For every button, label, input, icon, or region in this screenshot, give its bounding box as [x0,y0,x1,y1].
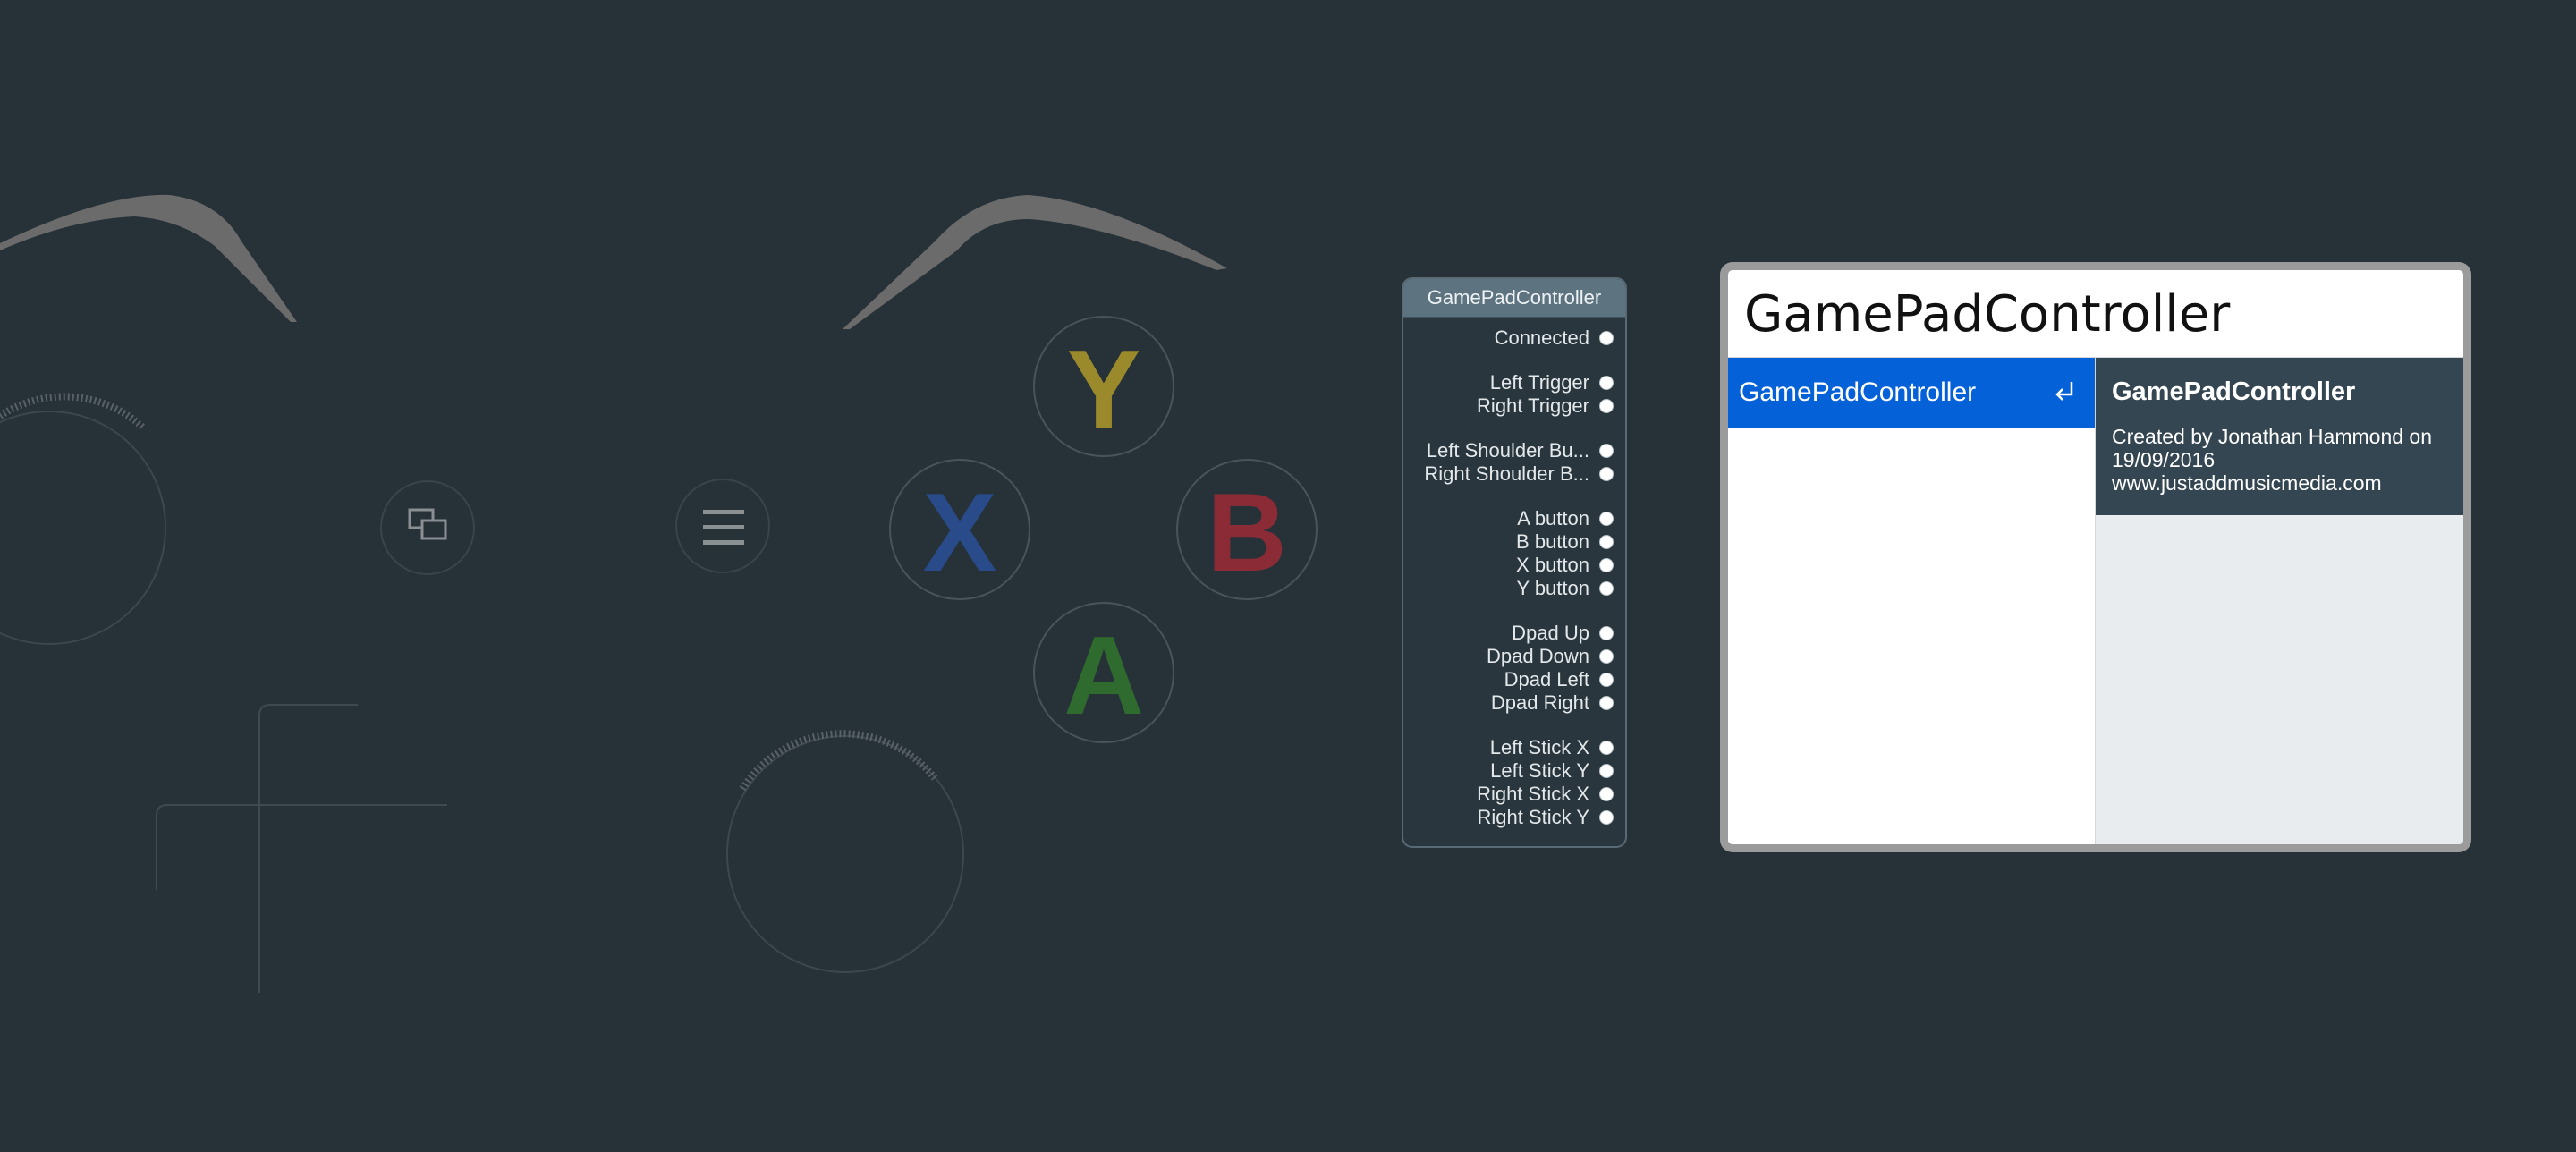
dpad[interactable] [156,704,447,993]
search-input[interactable] [1744,279,2442,349]
b-button[interactable]: B [1176,459,1318,600]
outlet-pin: Right Stick Y [1403,806,1625,829]
outlet-connector[interactable] [1599,787,1614,801]
details-header: GamePadController Created by Jonathan Ha… [2096,358,2463,515]
results-list: GamePadController [1728,358,2096,844]
outlet-connector[interactable] [1599,581,1614,596]
object-search-popup: GamePadController GamePadController Crea… [1720,262,2471,852]
outlet-connector[interactable] [1599,764,1614,778]
outlet-pin: A button [1403,507,1625,530]
pin-group-spacer [1403,600,1625,622]
outlet-connector[interactable] [1599,331,1614,345]
outlet-label: Right Stick Y [1477,806,1589,828]
y-button[interactable]: Y [1033,316,1174,457]
outlet-label: Connected [1494,326,1589,349]
outlet-pin: Right Shoulder B... [1403,462,1625,486]
pin-group-spacer [1403,418,1625,439]
pin-group-spacer [1403,350,1625,371]
outlet-label: Right Trigger [1477,394,1589,417]
outlet-connector[interactable] [1599,512,1614,526]
details-title: GamePadController [2112,377,2356,406]
outlet-label: Dpad Right [1490,691,1589,714]
outlet-label: Left Stick Y [1490,759,1589,782]
gamepad-controller-node[interactable]: GamePadController Connected Left Trigger R… [1402,277,1627,848]
outlet-label: Y button [1516,577,1589,599]
node-pins: Connected Left Trigger Right Trigger Left S… [1403,318,1625,829]
outlet-label: Dpad Down [1487,645,1589,667]
outlet-connector[interactable] [1599,535,1614,549]
left-bumper [0,194,297,322]
outlet-pin: Left Stick Y [1403,759,1625,783]
outlet-connector[interactable] [1599,626,1614,640]
outlet-connector[interactable] [1599,741,1614,755]
outlet-pin: Dpad Left [1403,668,1625,691]
outlet-connector[interactable] [1599,444,1614,458]
outlet-pin: X button [1403,554,1625,577]
outlet-pin: Right Stick X [1403,783,1625,806]
outlet-connector[interactable] [1599,649,1614,664]
outlet-pin: Left Shoulder Bu... [1403,439,1625,462]
outlet-label: Dpad Up [1512,622,1589,644]
outlet-label: Right Stick X [1477,783,1589,805]
outlet-label: Dpad Left [1504,668,1589,690]
outlet-label: A button [1517,507,1589,529]
result-item-gamepadcontroller[interactable]: GamePadController [1728,358,2095,428]
view-icon[interactable] [380,480,475,575]
outlet-pin: Right Trigger [1403,394,1625,418]
x-button-label: X [923,471,997,595]
a-button[interactable]: A [1033,602,1174,743]
right-bumper [843,195,1227,329]
gamepad-illustration: Y X B A [0,194,1318,993]
outlet-connector[interactable] [1599,558,1614,572]
outlet-label: Left Shoulder Bu... [1426,439,1589,462]
details-description: Created by Jonathan Hammond on 19/09/201… [2112,425,2432,495]
result-item-label: GamePadController [1739,377,1977,407]
menu-icon[interactable] [675,479,770,573]
y-button-label: Y [1067,328,1141,452]
outlet-connector[interactable] [1599,810,1614,825]
return-key-icon [2055,382,2073,401]
pin-group-spacer [1403,715,1625,736]
outlet-label: X button [1516,554,1589,576]
left-stick[interactable] [0,393,166,645]
outlet-label: Left Trigger [1489,371,1589,394]
b-button-label: B [1207,471,1287,595]
node-title[interactable]: GamePadController [1403,279,1625,318]
outlet-pin: Left Trigger [1403,371,1625,394]
search-bar [1728,270,2463,358]
outlet-label: Left Stick X [1489,736,1589,758]
outlet-pin: B button [1403,530,1625,554]
right-stick[interactable] [726,730,964,973]
outlet-connector[interactable] [1599,467,1614,481]
outlet-label: B button [1516,530,1589,553]
outlet-connector[interactable] [1599,696,1614,710]
x-button[interactable]: X [889,459,1030,600]
outlet-pin: Left Stick X [1403,736,1625,759]
outlet-connector[interactable] [1599,673,1614,687]
outlet-pin: Dpad Right [1403,691,1625,715]
pin-group-spacer [1403,486,1625,507]
outlet-label: Right Shoulder B... [1424,462,1589,485]
outlet-pin: Y button [1403,577,1625,600]
details-panel: GamePadController Created by Jonathan Ha… [2096,358,2463,844]
popup-content: GamePadController GamePadController Crea… [1728,270,2463,844]
outlet-connector[interactable] [1599,399,1614,413]
outlet-pin: Dpad Down [1403,645,1625,668]
outlet-connector[interactable] [1599,376,1614,390]
outlet-pin: Dpad Up [1403,622,1625,645]
outlet-pin: Connected [1403,326,1625,350]
a-button-label: A [1063,614,1144,738]
